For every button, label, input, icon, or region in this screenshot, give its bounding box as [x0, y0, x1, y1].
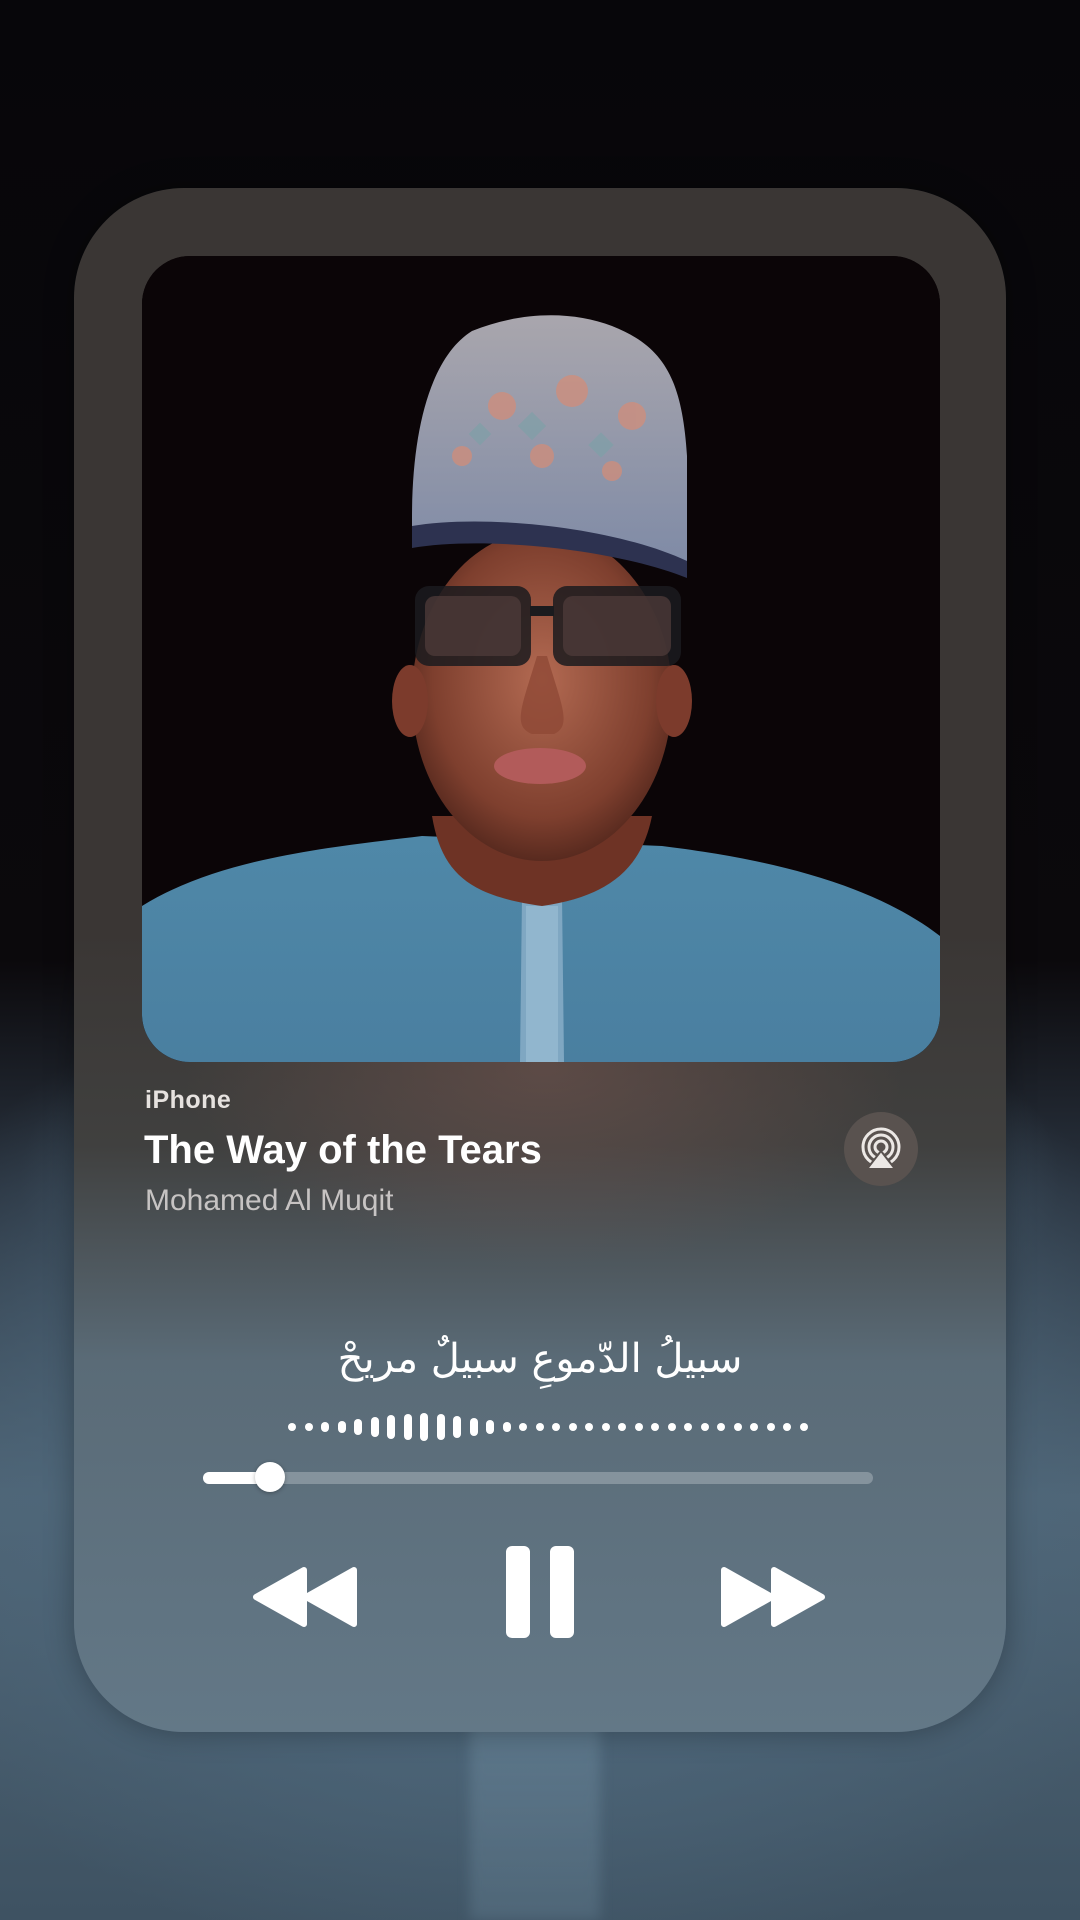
- output-device-label: iPhone: [145, 1086, 232, 1114]
- waveform-bar: [651, 1423, 660, 1431]
- waveform-bar: [766, 1423, 775, 1431]
- waveform-bar: [684, 1423, 693, 1431]
- now-playing-card: iPhone The Way of the Tears Mohamed Al M…: [74, 188, 1006, 1732]
- waveform-bar: [519, 1423, 528, 1431]
- waveform-bar: [304, 1423, 313, 1431]
- waveform-bar: [502, 1422, 511, 1432]
- waveform-bar: [717, 1423, 726, 1431]
- waveform-bar: [354, 1419, 363, 1435]
- waveform-bar: [700, 1423, 709, 1431]
- waveform-bar: [618, 1423, 627, 1431]
- waveform-bar: [799, 1423, 808, 1431]
- airplay-icon: [861, 1127, 901, 1170]
- waveform-bar: [321, 1422, 330, 1432]
- waveform-bar: [403, 1414, 412, 1440]
- audio-waveform: [288, 1410, 808, 1444]
- waveform-bar: [453, 1416, 462, 1438]
- track-artist[interactable]: Mohamed Al Muqit: [145, 1184, 393, 1218]
- waveform-bar: [370, 1417, 379, 1437]
- airplay-button[interactable]: [844, 1112, 918, 1186]
- waveform-bar: [568, 1423, 577, 1431]
- waveform-bar: [733, 1423, 742, 1431]
- waveform-bar: [288, 1423, 296, 1431]
- waveform-bar: [552, 1423, 561, 1431]
- artwork-portrait-image: [142, 256, 940, 1062]
- waveform-bar: [585, 1423, 594, 1431]
- lyric-line: سبيلُ الدّموعِ سبيلٌ مريحْ: [337, 1336, 743, 1382]
- waveform-bar: [469, 1418, 478, 1436]
- progress-scrubber[interactable]: [255, 1462, 285, 1492]
- fast-forward-icon: [721, 1567, 825, 1627]
- waveform-bar: [420, 1413, 429, 1441]
- rewind-icon: [253, 1567, 357, 1627]
- waveform-bar: [601, 1423, 610, 1431]
- waveform-bar: [667, 1423, 676, 1431]
- waveform-bar: [486, 1420, 495, 1434]
- waveform-bar: [337, 1421, 346, 1433]
- rewind-button[interactable]: [250, 1552, 360, 1642]
- waveform-bar: [535, 1423, 544, 1431]
- waveform-bar: [783, 1423, 792, 1431]
- waveform-bar: [387, 1415, 396, 1439]
- album-artwork[interactable]: [142, 256, 940, 1062]
- fast-forward-button[interactable]: [718, 1552, 828, 1642]
- waveform-bar: [750, 1423, 759, 1431]
- progress-bar[interactable]: [203, 1462, 873, 1492]
- track-title[interactable]: The Way of the Tears: [144, 1128, 542, 1173]
- pause-button[interactable]: [490, 1532, 590, 1652]
- waveform-bar: [634, 1423, 643, 1431]
- waveform-bar: [436, 1414, 445, 1440]
- pause-icon: [506, 1546, 574, 1638]
